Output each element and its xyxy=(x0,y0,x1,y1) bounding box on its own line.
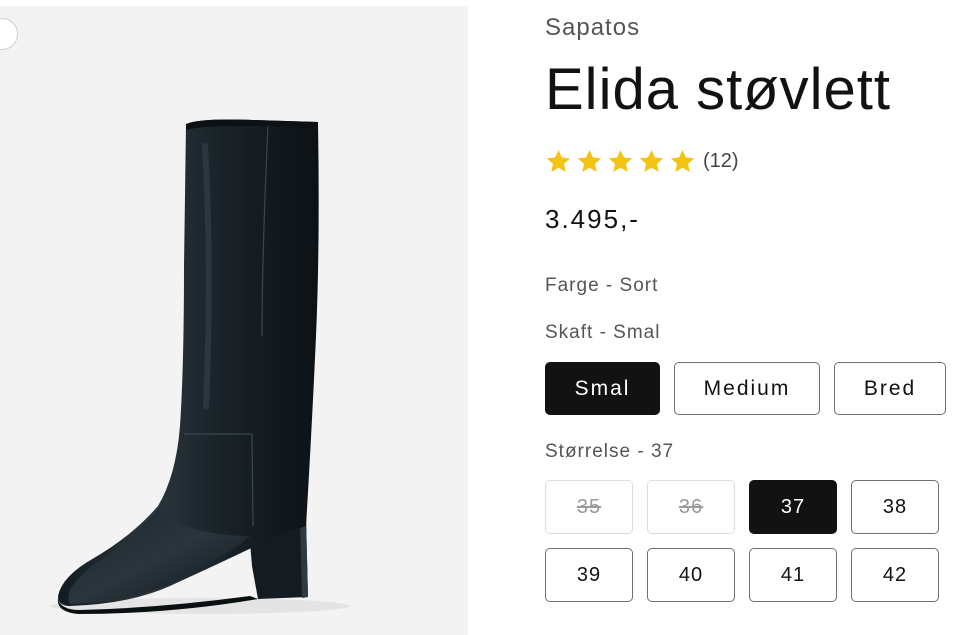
boot-image xyxy=(50,119,350,614)
star-icon xyxy=(546,150,571,172)
shaft-option-smal[interactable]: Smal xyxy=(545,362,660,415)
product-price: 3.495,- xyxy=(545,204,640,234)
size-option-40[interactable]: 40 xyxy=(647,548,735,602)
size-option-label: Størrelse - 37 xyxy=(545,441,675,462)
color-option-label: Farge - Sort xyxy=(545,275,659,296)
review-count[interactable]: (12) xyxy=(703,150,739,173)
product-title: Elida støvlett xyxy=(545,57,891,122)
star-icon xyxy=(577,150,602,172)
star-icon xyxy=(639,150,664,172)
size-option-36[interactable]: 36 xyxy=(647,480,735,534)
shaft-option-medium[interactable]: Medium xyxy=(674,362,820,415)
size-option-41[interactable]: 41 xyxy=(749,548,837,602)
size-option-38[interactable]: 38 xyxy=(851,480,939,534)
size-option-42[interactable]: 42 xyxy=(851,548,939,602)
shaft-option-bred[interactable]: Bred xyxy=(834,362,946,415)
shaft-option-label: Skaft - Smal xyxy=(545,322,661,343)
size-option-35[interactable]: 35 xyxy=(545,480,633,534)
product-rating[interactable]: (12) xyxy=(545,148,739,175)
star-icon xyxy=(670,150,695,172)
product-image-panel xyxy=(0,6,468,635)
size-option-39[interactable]: 39 xyxy=(545,548,633,602)
product-page: Sapatos Elida støvlett (12) 3.495,- Farg… xyxy=(0,0,960,635)
product-vendor[interactable]: Sapatos xyxy=(545,14,640,42)
star-icon xyxy=(608,150,633,172)
size-option-37[interactable]: 37 xyxy=(749,480,837,534)
